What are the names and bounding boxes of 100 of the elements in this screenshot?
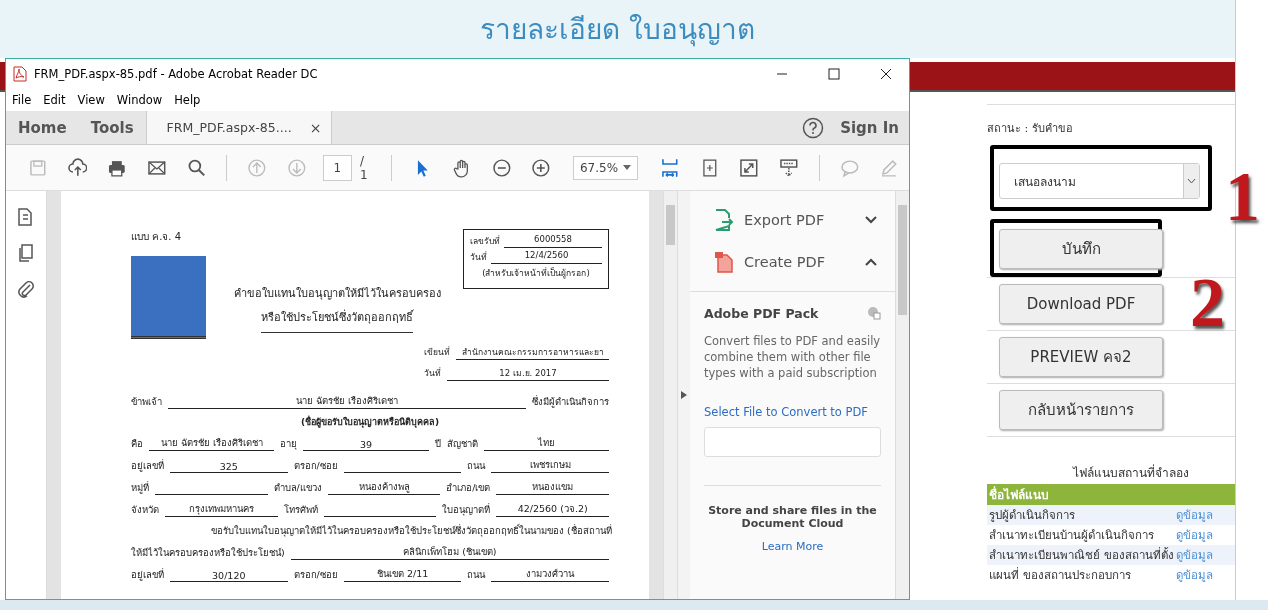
help-icon[interactable] bbox=[802, 116, 825, 139]
zoom-dropdown[interactable]: 67.5% bbox=[572, 155, 639, 180]
form-label: ซึ่งมีผู้ดำเนินกิจการ bbox=[532, 394, 609, 409]
file-field[interactable] bbox=[704, 427, 881, 457]
copy-icon[interactable] bbox=[16, 243, 36, 263]
status-select[interactable]: เสนอลงนาม bbox=[999, 163, 1200, 199]
sign-in-button[interactable]: Sign In bbox=[824, 111, 909, 144]
menu-item[interactable]: File bbox=[12, 93, 32, 107]
form-label: อำเภอ/เขต bbox=[446, 481, 491, 495]
table-cell: แผนที่ ของสถานประกอบการ bbox=[989, 566, 1131, 584]
form-label: ถนน bbox=[467, 459, 486, 473]
scrollbar[interactable] bbox=[663, 191, 677, 599]
form-label: จังหวัด bbox=[131, 503, 159, 517]
zoom-in-icon[interactable] bbox=[531, 157, 551, 178]
cloud-upload-icon[interactable] bbox=[67, 157, 88, 178]
form-label: อยู่เลขที่ bbox=[131, 567, 164, 582]
table-cell: สำเนาทะเบียนพาณิชย์ ของสถานที่ตั้ง bbox=[989, 546, 1174, 564]
form-note: (สำหรับเจ้าหน้าที่เป็นผู้กรอก) bbox=[481, 266, 591, 280]
fullscreen-icon[interactable] bbox=[739, 157, 760, 178]
pdf-file-icon bbox=[12, 66, 28, 82]
form-value: เพชรเกษม bbox=[491, 457, 609, 473]
chevron-down-icon bbox=[1187, 178, 1196, 184]
form-label: ถนน bbox=[467, 568, 486, 582]
caret-icon bbox=[623, 165, 632, 170]
form-code: แบบ ค.จ. 4 bbox=[131, 230, 183, 244]
form-label: ให้มีไว้ในครอบครองหรือใช้ประโยชน์) bbox=[131, 546, 285, 560]
maximize-icon[interactable] bbox=[828, 68, 840, 80]
callout-number: 2 bbox=[1190, 268, 1225, 338]
pack-description: Convert files to PDF and easily combine them with other file types with a paid subscription bbox=[704, 333, 881, 381]
form-label: วันที่ bbox=[470, 250, 487, 264]
action-button[interactable]: กลับหน้ารายการ bbox=[999, 390, 1163, 430]
tool-item[interactable]: Create PDF bbox=[690, 241, 895, 283]
form-value: 12/4/2560 bbox=[491, 250, 602, 264]
table-header: ชื่อไฟล์แนบ bbox=[987, 484, 1235, 505]
tab[interactable]: Home bbox=[6, 111, 79, 144]
form-label: เลขรับที่ bbox=[470, 234, 500, 248]
form-value: 42/2560 (วจ.2) bbox=[496, 501, 609, 517]
form-label: ข้าพเจ้า bbox=[131, 395, 162, 409]
form-value: 325 bbox=[170, 461, 288, 473]
form-title: หรือใช้ประโยชน์ซึ่งวัตถุออกฤทธิ์ bbox=[261, 308, 413, 333]
form-title: คำขอใบแทนใบอนุญาตให้มีไว้ในครอบครอง bbox=[233, 286, 441, 302]
menu-item[interactable]: Edit bbox=[43, 93, 66, 107]
view-link[interactable]: ดูข้อมูล bbox=[1176, 566, 1233, 584]
form-value: 30/120 bbox=[170, 570, 288, 582]
menu-item[interactable]: Help bbox=[174, 93, 201, 107]
form-label: สัญชาติ bbox=[446, 437, 478, 451]
create-file-icon bbox=[714, 251, 734, 273]
pack-title: Adobe PDF Pack bbox=[704, 306, 819, 321]
learn-more-link[interactable]: Learn More bbox=[690, 540, 895, 553]
tab[interactable]: FRM_PDF.aspx-85.... × bbox=[145, 111, 333, 144]
form-value: งามวงศ์วาน bbox=[491, 566, 609, 582]
close-icon[interactable] bbox=[880, 68, 892, 80]
action-button[interactable]: บันทึก bbox=[999, 229, 1163, 269]
action-button[interactable]: PREVIEW คจ2 bbox=[999, 337, 1163, 377]
cloud-promo-text: Store and share files in the Document Cloud bbox=[704, 485, 881, 530]
form-label: ปี bbox=[434, 437, 441, 451]
page-title: รายละเอียด ใบอนุญาต bbox=[480, 12, 755, 49]
page-number-field[interactable]: 1 bbox=[322, 154, 353, 181]
view-link[interactable]: ดูข้อมูล bbox=[1176, 526, 1233, 544]
form-value: หนองค้างพลู bbox=[327, 479, 441, 495]
form-text: ขอรับใบแทนใบอนุญาตให้มีไว้ในครอบครองหรือใช้ประโยชน์ซึ่งวัตถุออกฤทธิ์ในนามของ (ชื่อสถานที่ bbox=[210, 523, 612, 538]
paperclip-icon[interactable] bbox=[16, 279, 36, 299]
form-value: 39 bbox=[303, 439, 429, 451]
menu-item[interactable]: Window bbox=[116, 93, 163, 107]
attachments-title: ไฟล์แนบสถานที่จำลอง bbox=[1071, 463, 1190, 482]
scrollbar[interactable] bbox=[895, 191, 909, 599]
chevron-up-icon[interactable] bbox=[865, 258, 877, 266]
form-label: โทรศัพท์ bbox=[283, 503, 318, 517]
form-label: วันที่ bbox=[424, 366, 441, 380]
callout-number: 1 bbox=[1225, 162, 1260, 232]
collapse-arrow-icon[interactable] bbox=[681, 391, 687, 399]
status-text: สถานะ : รับคำขอ bbox=[987, 122, 1073, 135]
form-note: (ชื่อผู้ขอรับใบอนุญาตหรือนิติบุคคล) bbox=[300, 415, 440, 429]
documents-icon bbox=[867, 306, 881, 320]
window-title: FRM_PDF.aspx-85.pdf - Adobe Acrobat Reader DC bbox=[34, 67, 318, 81]
form-value: หนองแขม bbox=[496, 479, 609, 495]
select-file-link[interactable]: Select File to Convert to PDF bbox=[704, 405, 868, 419]
form-label: ตำบล/แขวง bbox=[273, 481, 322, 495]
form-label: เขียนที่ bbox=[424, 345, 450, 359]
menu-item[interactable]: View bbox=[77, 93, 105, 107]
form-value: 12 เม.ย. 2017 bbox=[447, 366, 609, 381]
fit-page-icon[interactable] bbox=[660, 157, 680, 178]
page-total: / 1 bbox=[360, 153, 369, 182]
form-value: กรุงเทพมหานคร bbox=[165, 501, 278, 517]
read-mode-icon[interactable] bbox=[779, 157, 799, 178]
form-label: หมู่ที่ bbox=[131, 480, 149, 495]
form-value: ไทย bbox=[483, 435, 609, 451]
action-button[interactable]: Download PDF bbox=[999, 284, 1163, 324]
zoom-out-icon[interactable] bbox=[491, 157, 512, 178]
form-value: นาย ฉัตรชัย เรืองศิริเดชา bbox=[168, 393, 526, 409]
form-label: ตรอก/ซอย bbox=[293, 568, 338, 582]
form-value: คลินิกเพ็ทโฮม (ชินเขต) bbox=[290, 544, 609, 560]
form-label: อายุ bbox=[280, 437, 298, 451]
form-value: ชินเขต 2/11 bbox=[343, 566, 462, 582]
tab[interactable]: Tools bbox=[78, 111, 146, 144]
search-icon[interactable] bbox=[186, 157, 207, 178]
tool-item[interactable]: Export PDF bbox=[690, 199, 895, 241]
form-value: สำนักงานคณะกรรมการอาหารและยา bbox=[456, 345, 609, 360]
form-label: คือ bbox=[131, 437, 143, 451]
chevron-down-icon[interactable] bbox=[865, 216, 877, 224]
